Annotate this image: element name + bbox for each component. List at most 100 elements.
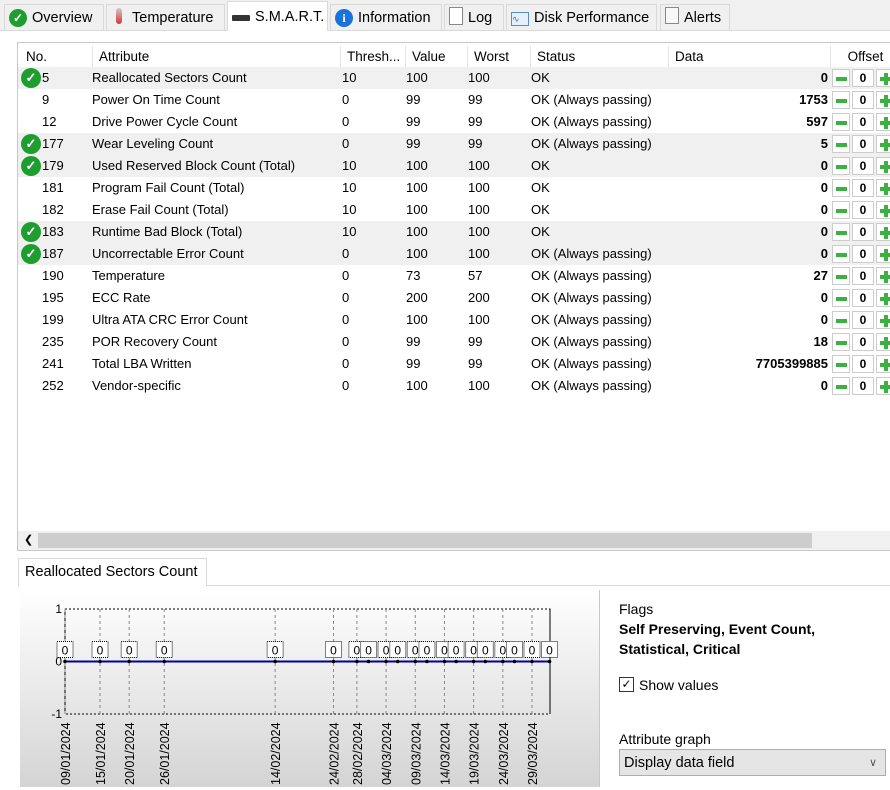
offset-value[interactable]: 0 bbox=[852, 179, 874, 197]
tab-log[interactable]: Log bbox=[444, 4, 504, 30]
table-row[interactable]: 190 Temperature 0 73 57 OK (Always passing) 27… bbox=[18, 265, 890, 287]
table-row[interactable]: 235 POR Recovery Count 0 99 99 OK (Always pas… bbox=[18, 331, 890, 353]
offset-increase-button[interactable] bbox=[876, 201, 890, 219]
data-point bbox=[442, 659, 447, 664]
offset-value[interactable]: 0 bbox=[852, 333, 874, 351]
table-row[interactable]: 12 Drive Power Cycle Count 0 99 99 OK (Always… bbox=[18, 111, 890, 133]
tab-information[interactable]: i Information bbox=[330, 4, 442, 30]
table-row[interactable]: ✓ 183 Runtime Bad Block (Total) 10 100 100 OK 0… bbox=[18, 221, 890, 243]
table-row[interactable]: 252 Vendor-specific 0 100 100 OK (Always pass… bbox=[18, 375, 890, 397]
tab-disk-performance[interactable]: ∿ Disk Performance bbox=[506, 4, 657, 30]
data-point bbox=[530, 659, 534, 664]
attr-value: 99 bbox=[406, 114, 421, 129]
offset-value[interactable]: 0 bbox=[852, 377, 874, 395]
offset-increase-button[interactable] bbox=[876, 223, 890, 241]
offset-value[interactable]: 0 bbox=[852, 157, 874, 175]
column-header-1[interactable]: Attribute bbox=[93, 46, 341, 68]
offset-decrease-button[interactable] bbox=[832, 245, 850, 263]
attr-name: Erase Fail Count (Total) bbox=[92, 202, 229, 217]
offset-value[interactable]: 0 bbox=[852, 201, 874, 219]
horizontal-scrollbar[interactable]: ❮ bbox=[18, 531, 890, 550]
table-row[interactable]: ✓ 5 Reallocated Sectors Count 10 100 100 OK 0 0 bbox=[18, 67, 890, 89]
offset-decrease-button[interactable] bbox=[832, 201, 850, 219]
tab-temperature[interactable]: Temperature bbox=[106, 4, 225, 30]
offset-value[interactable]: 0 bbox=[852, 289, 874, 307]
attr-status: OK (Always passing) bbox=[531, 356, 652, 371]
offset-increase-button[interactable] bbox=[876, 333, 890, 351]
x-tick-label: 26/01/2024 bbox=[158, 722, 172, 785]
offset-decrease-button[interactable] bbox=[832, 289, 850, 307]
offset-decrease-button[interactable] bbox=[832, 377, 850, 395]
offset-increase-button[interactable] bbox=[876, 377, 890, 395]
offset-increase-button[interactable] bbox=[876, 311, 890, 329]
column-header-7[interactable]: Offset bbox=[831, 46, 890, 68]
offset-increase-button[interactable] bbox=[876, 267, 890, 285]
offset-decrease-button[interactable] bbox=[832, 157, 850, 175]
offset-value[interactable]: 0 bbox=[852, 355, 874, 373]
attr-no: 235 bbox=[42, 334, 64, 349]
scrollbar-thumb[interactable] bbox=[38, 533, 812, 548]
offset-increase-button[interactable] bbox=[876, 179, 890, 197]
table-row[interactable]: 241 Total LBA Written 0 99 99 OK (Always pass… bbox=[18, 353, 890, 375]
offset-decrease-button[interactable] bbox=[832, 69, 850, 87]
x-tick-label: 20/01/2024 bbox=[123, 722, 137, 785]
offset-value[interactable]: 0 bbox=[852, 91, 874, 109]
offset-decrease-button[interactable] bbox=[832, 333, 850, 351]
offset-value[interactable]: 0 bbox=[852, 223, 874, 241]
offset-value[interactable]: 0 bbox=[852, 267, 874, 285]
offset-increase-button[interactable] bbox=[876, 157, 890, 175]
offset-decrease-button[interactable] bbox=[832, 267, 850, 285]
offset-value[interactable]: 0 bbox=[852, 69, 874, 87]
offset-decrease-button[interactable] bbox=[832, 223, 850, 241]
offset-increase-button[interactable] bbox=[876, 91, 890, 109]
table-row[interactable]: 199 Ultra ATA CRC Error Count 0 100 100 OK (A… bbox=[18, 309, 890, 331]
offset-decrease-button[interactable] bbox=[832, 179, 850, 197]
show-values-label[interactable]: Show values bbox=[639, 677, 718, 693]
offset-decrease-button[interactable] bbox=[832, 91, 850, 109]
attr-name: Total LBA Written bbox=[92, 356, 192, 371]
offset-increase-button[interactable] bbox=[876, 245, 890, 263]
attr-worst: 99 bbox=[468, 136, 483, 151]
offset-value[interactable]: 0 bbox=[852, 113, 874, 131]
column-header-4[interactable]: Worst bbox=[468, 46, 531, 68]
attribute-graph-select[interactable]: Display data field ∨ bbox=[619, 749, 886, 776]
column-header-3[interactable]: Value bbox=[406, 46, 468, 68]
attr-no: 199 bbox=[42, 312, 64, 327]
table-row[interactable]: ✓ 177 Wear Leveling Count 0 99 99 OK (Always p… bbox=[18, 133, 890, 155]
table-row[interactable]: ✓ 179 Used Reserved Block Count (Total) 10 1… bbox=[18, 155, 890, 177]
attr-name: Used Reserved Block Count (Total) bbox=[92, 158, 296, 173]
offset-value[interactable]: 0 bbox=[852, 135, 874, 153]
table-row[interactable]: 181 Program Fail Count (Total) 10 100 100 OK 0… bbox=[18, 177, 890, 199]
offset-decrease-button[interactable] bbox=[832, 135, 850, 153]
attr-worst: 100 bbox=[468, 312, 490, 327]
offset-value[interactable]: 0 bbox=[852, 245, 874, 263]
scroll-left-icon[interactable]: ❮ bbox=[24, 533, 33, 546]
offset-increase-button[interactable] bbox=[876, 355, 890, 373]
data-point bbox=[547, 659, 552, 664]
offset-decrease-button[interactable] bbox=[832, 113, 850, 131]
tab-alerts[interactable]: Alerts bbox=[660, 4, 730, 30]
offset-value[interactable]: 0 bbox=[852, 311, 874, 329]
offset-increase-button[interactable] bbox=[876, 289, 890, 307]
tab-attribute-graph[interactable]: Reallocated Sectors Count bbox=[18, 558, 207, 586]
show-values-checkbox[interactable]: ✓ bbox=[619, 677, 634, 692]
column-header-2[interactable]: Thresh... bbox=[341, 46, 406, 68]
tab-overview[interactable]: ✓ Overview bbox=[4, 4, 104, 30]
offset-decrease-button[interactable] bbox=[832, 355, 850, 373]
column-header-6[interactable]: Data bbox=[669, 46, 831, 68]
table-row[interactable]: 195 ECC Rate 0 200 200 OK (Always passing) 0 0 bbox=[18, 287, 890, 309]
offset-increase-button[interactable] bbox=[876, 113, 890, 131]
table-row[interactable]: ✓ 187 Uncorrectable Error Count 0 100 100 OK (… bbox=[18, 243, 890, 265]
table-row[interactable]: 9 Power On Time Count 0 99 99 OK (Always pass… bbox=[18, 89, 890, 111]
offset-increase-button[interactable] bbox=[876, 69, 890, 87]
offset-decrease-button[interactable] bbox=[832, 311, 850, 329]
column-header-5[interactable]: Status bbox=[531, 46, 669, 68]
tab-label: Disk Performance bbox=[534, 9, 650, 26]
offset-increase-button[interactable] bbox=[876, 135, 890, 153]
data-point bbox=[483, 659, 488, 664]
data-label: 0 bbox=[161, 644, 168, 658]
tab-s-m-a-r-t[interactable]: S.M.A.R.T. bbox=[227, 1, 328, 31]
ok-check-icon: ✓ bbox=[21, 156, 41, 176]
column-header-0[interactable]: No. bbox=[20, 46, 93, 68]
table-row[interactable]: 182 Erase Fail Count (Total) 10 100 100 OK 0 0 bbox=[18, 199, 890, 221]
